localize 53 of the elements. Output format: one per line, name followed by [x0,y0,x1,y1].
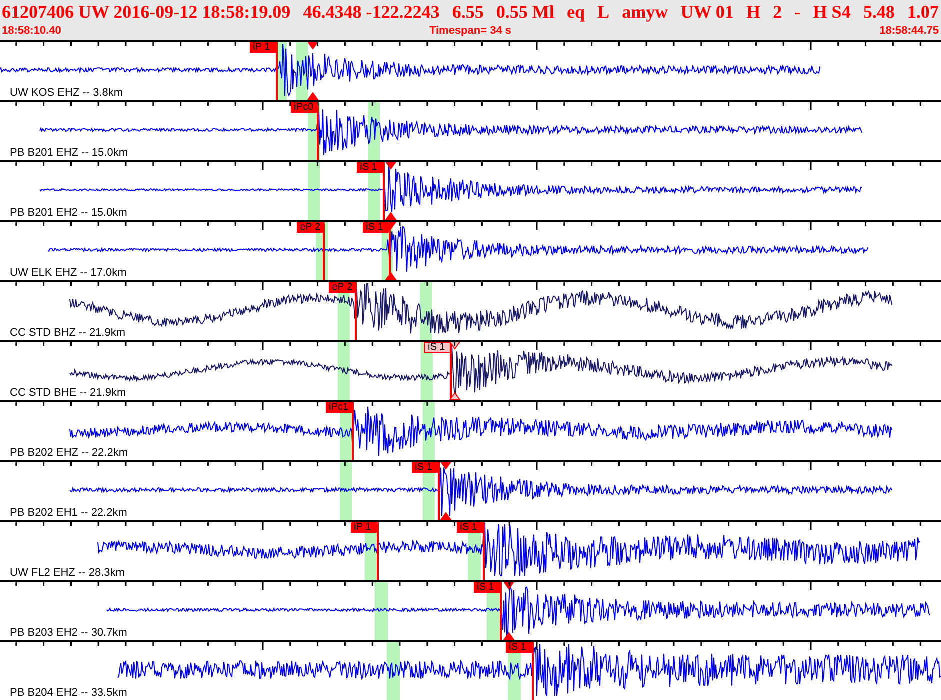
pick-line [355,282,357,340]
pick-flag[interactable]: eP 2 [297,222,324,233]
event-info-field: 6.55 [452,0,484,24]
pick-flag[interactable]: eP 2 [329,282,356,293]
station-label: CC STD BHZ -- 21.9km [10,327,126,339]
pick-line [323,222,325,280]
pick-line [377,522,379,580]
start-time: 18:58:10.40 [2,24,62,38]
event-info-field: eq [566,0,585,24]
time-window [375,582,388,640]
event-info-field: 5.48 [863,0,895,24]
station-label: PB B202 EH1 -- 22.2km [10,507,128,519]
pick-line [352,402,354,460]
pick-line [500,582,502,640]
time-window [338,342,350,400]
station-label: PB B202 EHZ -- 22.2km [10,447,128,459]
event-info-field: L [598,0,610,24]
pick-line [450,342,452,400]
event-info-field: 61207406 UW 2016-09-12 18:58:19.09 [2,0,291,24]
station-label: PB B201 EHZ -- 15.0km [10,147,128,159]
pick-flag[interactable]: iS 1 [474,582,501,593]
pick-flag[interactable]: iS 1 [506,642,533,653]
event-info-field: 0.55 Ml [496,0,554,24]
event-info-field: UW 01 [680,0,734,24]
pick-flag[interactable]: iP 1 [351,522,378,533]
event-info-field: 2 [773,0,782,24]
pick-line [483,522,485,580]
pick-line [276,42,278,100]
station-label: UW ELK EHZ -- 17.0km [10,267,127,279]
pick-flag[interactable]: iP 1 [250,42,277,53]
pick-flag[interactable]: iPc1 [326,402,353,413]
event-info-field: H S4 [813,0,851,24]
pick-line [438,462,440,520]
station-label: UW KOS EHZ -- 3.8km [10,87,124,99]
station-label: PB B204 EH2 -- 33.5km [10,687,128,699]
station-label: UW FL2 EHZ -- 28.3km [10,567,125,579]
station-label: CC STD BHE -- 21.9km [10,387,126,399]
event-info-field: amyw [622,0,668,24]
pick-line [317,102,319,160]
event-info-field: 46.4348 -122.2243 [303,0,440,24]
time-window [308,162,320,220]
timespan-label: Timespan= 34 s [429,24,512,38]
event-info-field: - [794,0,801,24]
pick-line [383,162,385,220]
station-label: PB B203 EH2 -- 30.7km [10,627,128,639]
station-label: PB B201 EH2 -- 15.0km [10,207,128,219]
time-window [340,462,352,520]
pick-flag[interactable]: iPc0 [291,102,318,113]
event-info-field: 1.07 [907,0,939,24]
end-time: 18:58:44.75 [880,24,939,38]
event-info-field: H [746,0,760,24]
pick-line [532,642,534,700]
pick-flag[interactable]: iS 1 [457,522,484,533]
